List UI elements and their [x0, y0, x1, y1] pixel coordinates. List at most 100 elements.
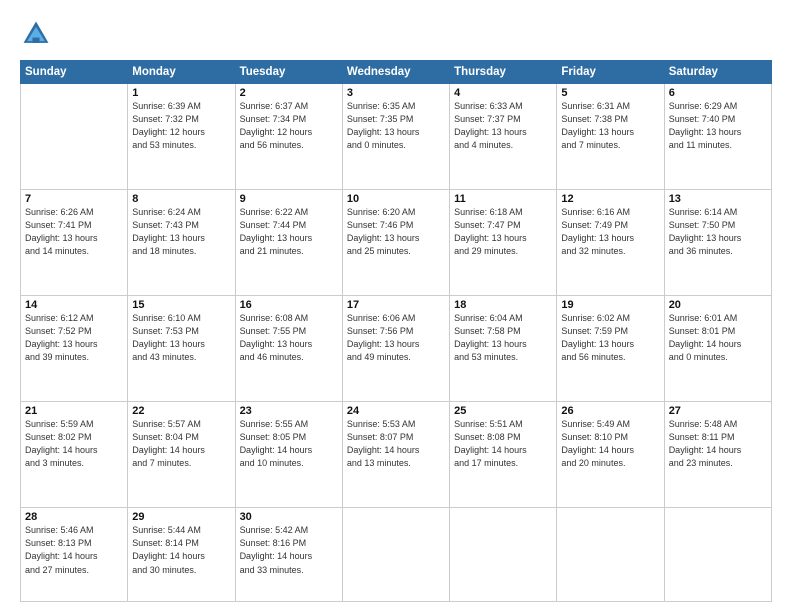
calendar-day-cell: 12Sunrise: 6:16 AM Sunset: 7:49 PM Dayli… — [557, 190, 664, 296]
weekday-header: Monday — [128, 61, 235, 84]
calendar-day-cell: 1Sunrise: 6:39 AM Sunset: 7:32 PM Daylig… — [128, 84, 235, 190]
day-number: 1 — [132, 87, 230, 99]
calendar-body: 1Sunrise: 6:39 AM Sunset: 7:32 PM Daylig… — [21, 84, 772, 602]
calendar-day-cell: 30Sunrise: 5:42 AM Sunset: 8:16 PM Dayli… — [235, 508, 342, 602]
day-number: 5 — [561, 87, 659, 99]
day-number: 14 — [25, 299, 123, 311]
day-info: Sunrise: 6:01 AM Sunset: 8:01 PM Dayligh… — [669, 312, 767, 364]
calendar-day-cell — [21, 84, 128, 190]
day-number: 11 — [454, 193, 552, 205]
day-info: Sunrise: 5:57 AM Sunset: 8:04 PM Dayligh… — [132, 418, 230, 470]
day-number: 21 — [25, 405, 123, 417]
weekday-header: Saturday — [664, 61, 771, 84]
day-number: 28 — [25, 511, 123, 523]
calendar-day-cell: 23Sunrise: 5:55 AM Sunset: 8:05 PM Dayli… — [235, 402, 342, 508]
day-number: 30 — [240, 511, 338, 523]
day-info: Sunrise: 6:24 AM Sunset: 7:43 PM Dayligh… — [132, 206, 230, 258]
day-info: Sunrise: 5:59 AM Sunset: 8:02 PM Dayligh… — [25, 418, 123, 470]
day-info: Sunrise: 5:51 AM Sunset: 8:08 PM Dayligh… — [454, 418, 552, 470]
calendar-day-cell — [664, 508, 771, 602]
calendar-week-row: 14Sunrise: 6:12 AM Sunset: 7:52 PM Dayli… — [21, 296, 772, 402]
day-info: Sunrise: 5:53 AM Sunset: 8:07 PM Dayligh… — [347, 418, 445, 470]
day-number: 6 — [669, 87, 767, 99]
calendar-day-cell: 2Sunrise: 6:37 AM Sunset: 7:34 PM Daylig… — [235, 84, 342, 190]
day-info: Sunrise: 6:20 AM Sunset: 7:46 PM Dayligh… — [347, 206, 445, 258]
day-number: 12 — [561, 193, 659, 205]
day-info: Sunrise: 6:16 AM Sunset: 7:49 PM Dayligh… — [561, 206, 659, 258]
day-number: 4 — [454, 87, 552, 99]
day-number: 23 — [240, 405, 338, 417]
day-number: 20 — [669, 299, 767, 311]
weekday-header: Wednesday — [342, 61, 449, 84]
day-info: Sunrise: 6:22 AM Sunset: 7:44 PM Dayligh… — [240, 206, 338, 258]
calendar-day-cell: 9Sunrise: 6:22 AM Sunset: 7:44 PM Daylig… — [235, 190, 342, 296]
day-info: Sunrise: 6:37 AM Sunset: 7:34 PM Dayligh… — [240, 100, 338, 152]
logo-icon — [20, 18, 52, 50]
calendar-day-cell: 15Sunrise: 6:10 AM Sunset: 7:53 PM Dayli… — [128, 296, 235, 402]
calendar-week-row: 21Sunrise: 5:59 AM Sunset: 8:02 PM Dayli… — [21, 402, 772, 508]
calendar-day-cell: 14Sunrise: 6:12 AM Sunset: 7:52 PM Dayli… — [21, 296, 128, 402]
day-number: 10 — [347, 193, 445, 205]
calendar-day-cell: 26Sunrise: 5:49 AM Sunset: 8:10 PM Dayli… — [557, 402, 664, 508]
calendar-day-cell: 24Sunrise: 5:53 AM Sunset: 8:07 PM Dayli… — [342, 402, 449, 508]
calendar-day-cell: 17Sunrise: 6:06 AM Sunset: 7:56 PM Dayli… — [342, 296, 449, 402]
calendar-header: SundayMondayTuesdayWednesdayThursdayFrid… — [21, 61, 772, 84]
day-info: Sunrise: 5:42 AM Sunset: 8:16 PM Dayligh… — [240, 524, 338, 576]
calendar-day-cell: 29Sunrise: 5:44 AM Sunset: 8:14 PM Dayli… — [128, 508, 235, 602]
day-info: Sunrise: 5:46 AM Sunset: 8:13 PM Dayligh… — [25, 524, 123, 576]
calendar-day-cell: 21Sunrise: 5:59 AM Sunset: 8:02 PM Dayli… — [21, 402, 128, 508]
day-info: Sunrise: 6:02 AM Sunset: 7:59 PM Dayligh… — [561, 312, 659, 364]
weekday-header: Thursday — [450, 61, 557, 84]
calendar-day-cell: 18Sunrise: 6:04 AM Sunset: 7:58 PM Dayli… — [450, 296, 557, 402]
day-number: 17 — [347, 299, 445, 311]
day-number: 16 — [240, 299, 338, 311]
calendar-day-cell: 22Sunrise: 5:57 AM Sunset: 8:04 PM Dayli… — [128, 402, 235, 508]
day-number: 25 — [454, 405, 552, 417]
calendar-day-cell: 27Sunrise: 5:48 AM Sunset: 8:11 PM Dayli… — [664, 402, 771, 508]
day-number: 7 — [25, 193, 123, 205]
calendar-day-cell: 10Sunrise: 6:20 AM Sunset: 7:46 PM Dayli… — [342, 190, 449, 296]
calendar-day-cell: 28Sunrise: 5:46 AM Sunset: 8:13 PM Dayli… — [21, 508, 128, 602]
calendar-day-cell: 16Sunrise: 6:08 AM Sunset: 7:55 PM Dayli… — [235, 296, 342, 402]
day-info: Sunrise: 6:10 AM Sunset: 7:53 PM Dayligh… — [132, 312, 230, 364]
day-number: 18 — [454, 299, 552, 311]
calendar-week-row: 7Sunrise: 6:26 AM Sunset: 7:41 PM Daylig… — [21, 190, 772, 296]
weekday-row: SundayMondayTuesdayWednesdayThursdayFrid… — [21, 61, 772, 84]
calendar-day-cell: 8Sunrise: 6:24 AM Sunset: 7:43 PM Daylig… — [128, 190, 235, 296]
calendar-table: SundayMondayTuesdayWednesdayThursdayFrid… — [20, 60, 772, 602]
calendar-day-cell: 11Sunrise: 6:18 AM Sunset: 7:47 PM Dayli… — [450, 190, 557, 296]
day-number: 27 — [669, 405, 767, 417]
calendar-day-cell: 19Sunrise: 6:02 AM Sunset: 7:59 PM Dayli… — [557, 296, 664, 402]
day-number: 24 — [347, 405, 445, 417]
logo — [20, 18, 56, 50]
calendar-day-cell: 4Sunrise: 6:33 AM Sunset: 7:37 PM Daylig… — [450, 84, 557, 190]
day-number: 13 — [669, 193, 767, 205]
day-info: Sunrise: 5:49 AM Sunset: 8:10 PM Dayligh… — [561, 418, 659, 470]
day-info: Sunrise: 6:04 AM Sunset: 7:58 PM Dayligh… — [454, 312, 552, 364]
day-info: Sunrise: 5:55 AM Sunset: 8:05 PM Dayligh… — [240, 418, 338, 470]
calendar-day-cell — [450, 508, 557, 602]
day-info: Sunrise: 6:31 AM Sunset: 7:38 PM Dayligh… — [561, 100, 659, 152]
weekday-header: Friday — [557, 61, 664, 84]
day-info: Sunrise: 6:12 AM Sunset: 7:52 PM Dayligh… — [25, 312, 123, 364]
day-number: 8 — [132, 193, 230, 205]
day-number: 2 — [240, 87, 338, 99]
calendar-day-cell: 25Sunrise: 5:51 AM Sunset: 8:08 PM Dayli… — [450, 402, 557, 508]
calendar-week-row: 28Sunrise: 5:46 AM Sunset: 8:13 PM Dayli… — [21, 508, 772, 602]
calendar-day-cell: 5Sunrise: 6:31 AM Sunset: 7:38 PM Daylig… — [557, 84, 664, 190]
day-number: 29 — [132, 511, 230, 523]
day-info: Sunrise: 6:06 AM Sunset: 7:56 PM Dayligh… — [347, 312, 445, 364]
calendar-day-cell: 3Sunrise: 6:35 AM Sunset: 7:35 PM Daylig… — [342, 84, 449, 190]
calendar-day-cell: 13Sunrise: 6:14 AM Sunset: 7:50 PM Dayli… — [664, 190, 771, 296]
day-info: Sunrise: 6:33 AM Sunset: 7:37 PM Dayligh… — [454, 100, 552, 152]
day-number: 19 — [561, 299, 659, 311]
day-info: Sunrise: 5:44 AM Sunset: 8:14 PM Dayligh… — [132, 524, 230, 576]
day-number: 22 — [132, 405, 230, 417]
day-number: 3 — [347, 87, 445, 99]
calendar-day-cell — [342, 508, 449, 602]
day-info: Sunrise: 5:48 AM Sunset: 8:11 PM Dayligh… — [669, 418, 767, 470]
page: SundayMondayTuesdayWednesdayThursdayFrid… — [0, 0, 792, 612]
day-number: 15 — [132, 299, 230, 311]
weekday-header: Tuesday — [235, 61, 342, 84]
day-number: 26 — [561, 405, 659, 417]
